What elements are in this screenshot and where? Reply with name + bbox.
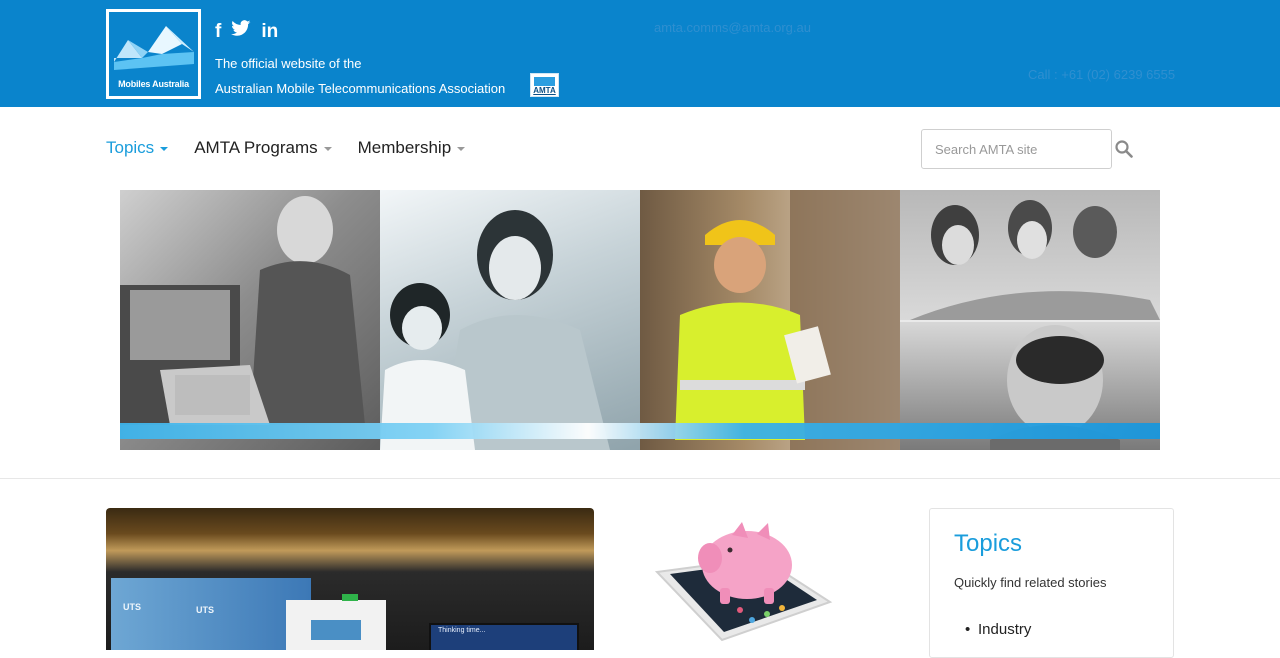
mobiles-australia-logo-mark	[114, 26, 194, 70]
social-links: f in	[215, 20, 278, 43]
feature-story-image[interactable]: UTS UTS Thinking time...	[106, 508, 594, 650]
main-nav: Topics AMTA Programs Membership	[106, 138, 466, 158]
twitter-icon[interactable]	[231, 20, 251, 43]
nav-amta-programs-label: AMTA Programs	[194, 138, 318, 157]
email-link[interactable]: amta.comms@amta.org.au	[654, 20, 811, 35]
facebook-icon[interactable]: f	[215, 21, 221, 43]
linkedin-icon[interactable]: in	[261, 21, 278, 43]
amta-badge-label: AMTA	[533, 86, 556, 95]
chevron-down-icon	[160, 147, 169, 151]
topic-link-industry[interactable]: Industry	[965, 621, 1031, 638]
phone-link[interactable]: Call : +61 (02) 6239 6555	[1028, 67, 1175, 82]
hero-photo-businessman	[120, 190, 380, 450]
chevron-down-icon	[323, 147, 332, 151]
amta-badge[interactable]: AMTA	[530, 73, 559, 97]
hero-accent-strip	[120, 423, 1160, 439]
nav-topics-label: Topics	[106, 138, 155, 157]
search-icon[interactable]	[1115, 140, 1133, 158]
site-logo[interactable]: Mobiles Australia	[106, 9, 201, 99]
logo-text: Mobiles Australia	[118, 79, 189, 89]
hero-banner	[120, 190, 1160, 450]
nav-topics[interactable]: Topics	[106, 138, 169, 158]
search-input[interactable]	[921, 129, 1112, 169]
hero-photo-group	[900, 190, 1160, 450]
topics-subtitle: Quickly find related stories	[954, 575, 1107, 590]
hero-photo-mother-daughter	[380, 190, 640, 450]
topics-title: Topics	[954, 530, 1023, 557]
topics-list: Industry	[965, 621, 1031, 638]
uts-label-2: UTS	[196, 605, 214, 615]
tagline-line-2: Australian Mobile Telecommunications Ass…	[215, 81, 506, 96]
uts-label-1: UTS	[123, 602, 141, 612]
nav-amta-programs[interactable]: AMTA Programs	[194, 138, 332, 158]
nav-membership[interactable]: Membership	[358, 138, 466, 158]
pull-up-banner	[286, 600, 386, 650]
exit-sign	[342, 594, 358, 601]
section-divider	[0, 478, 1280, 479]
site-header: Mobiles Australia f in The official webs…	[0, 0, 1280, 107]
nav-membership-label: Membership	[357, 138, 452, 157]
tagline-line-1: The official website of the	[215, 56, 362, 71]
piggy-bank-on-phone-image[interactable]	[612, 510, 842, 650]
chevron-down-icon	[457, 147, 466, 151]
topics-widget: Topics Quickly find related stories Indu…	[929, 508, 1174, 658]
hero-photo-worker	[640, 190, 900, 450]
screen-text: Thinking time...	[438, 627, 486, 634]
